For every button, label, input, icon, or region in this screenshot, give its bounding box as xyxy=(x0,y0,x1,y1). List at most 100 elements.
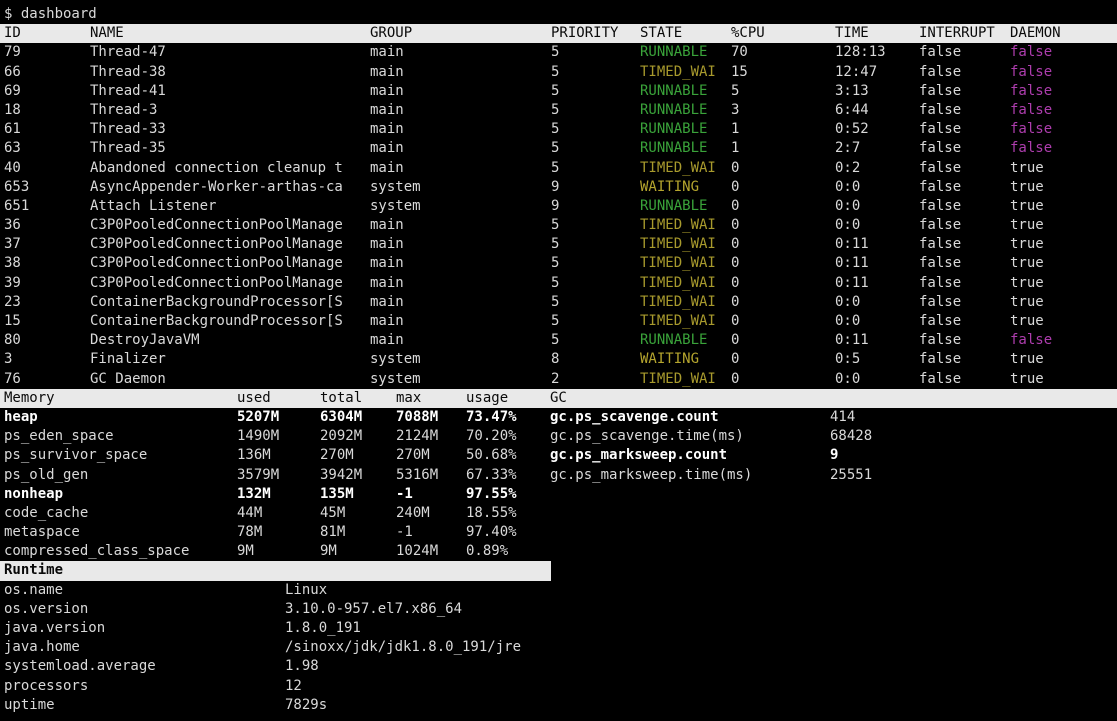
memory-header-max: max xyxy=(396,389,422,406)
thread-cell-daemon: true xyxy=(1010,255,1044,272)
thread-row: 40 Abandoned connection cleanup t main 5 TIM… xyxy=(0,159,1117,178)
thread-cell-priority: 5 xyxy=(551,236,560,253)
thread-cell-id: 66 xyxy=(4,63,21,80)
thread-cell-name: DestroyJavaVM xyxy=(90,332,200,349)
thread-cell-time: 0:0 xyxy=(835,197,861,214)
thread-cell-group: main xyxy=(370,44,404,61)
thread-cell-cpu: 0 xyxy=(731,197,740,214)
thread-cell-state: RUNNABLE xyxy=(640,44,708,61)
thread-cell-daemon: true xyxy=(1010,370,1044,387)
memory-row: ps_survivor_space 136M 270M 270M 50.68% gc.ps… xyxy=(0,446,1117,465)
thread-cell-cpu: 15 xyxy=(731,63,748,80)
runtime-cell-key: systemload.average xyxy=(4,658,156,675)
thread-cell-daemon: true xyxy=(1010,351,1044,368)
thread-cell-name: Thread-38 xyxy=(90,63,166,80)
thread-cell-group: main xyxy=(370,255,404,272)
runtime-cell-value: /sinoxx/jdk/jdk1.8.0_191/jre xyxy=(285,639,522,656)
thread-cell-state: TIMED_WAI xyxy=(640,274,716,291)
thread-cell-daemon: false xyxy=(1010,82,1053,99)
thread-cell-group: main xyxy=(370,63,404,80)
runtime-cell-value: 7829s xyxy=(285,696,328,713)
thread-cell-time: 0:0 xyxy=(835,178,861,195)
memory-header-memory: Memory xyxy=(4,389,55,406)
thread-cell-group: system xyxy=(370,197,421,214)
thread-cell-state: WAITING xyxy=(640,178,700,195)
memory-cell-max: -1 xyxy=(396,524,413,541)
thread-cell-state: TIMED_WAI xyxy=(640,63,716,80)
runtime-cell-key: os.version xyxy=(4,600,89,617)
thread-cell-daemon: true xyxy=(1010,178,1044,195)
thread-cell-cpu: 0 xyxy=(731,293,740,310)
memory-row: ps_eden_space 1490M 2092M 2124M 70.20% gc.ps_… xyxy=(0,427,1117,446)
runtime-header-label: Runtime xyxy=(0,561,551,581)
thread-cell-time: 0:0 xyxy=(835,217,861,234)
thread-cell-group: system xyxy=(370,178,421,195)
thread-row: 18 Thread-3 main 5 RUNNABLE 3 6:44 false false xyxy=(0,101,1117,120)
thread-cell-daemon: false xyxy=(1010,140,1053,157)
thread-cell-state: RUNNABLE xyxy=(640,101,708,118)
memory-cell-name: ps_eden_space xyxy=(4,428,114,445)
thread-cell-time: 0:11 xyxy=(835,236,869,253)
thread-cell-name: ContainerBackgroundProcessor[S xyxy=(90,293,343,310)
thread-cell-state: RUNNABLE xyxy=(640,197,708,214)
thread-cell-name: Thread-3 xyxy=(90,101,158,118)
prompt-line[interactable]: $ dashboard xyxy=(0,5,1117,24)
thread-row: 653 AsyncAppender-Worker-arthas-ca system 9… xyxy=(0,178,1117,197)
thread-cell-id: 69 xyxy=(4,82,21,99)
thread-cell-group: main xyxy=(370,121,404,138)
thread-cell-cpu: 3 xyxy=(731,101,740,118)
thread-cell-priority: 5 xyxy=(551,63,560,80)
thread-cell-id: 39 xyxy=(4,274,21,291)
thread-cell-state: RUNNABLE xyxy=(640,82,708,99)
memory-cell-total: 270M xyxy=(320,447,354,464)
gc-metric-label: gc.ps_scavenge.count xyxy=(550,408,719,425)
thread-cell-name: Thread-41 xyxy=(90,82,166,99)
thread-cell-daemon: false xyxy=(1010,44,1053,61)
thread-cell-group: main xyxy=(370,313,404,329)
memory-cell-name: ps_old_gen xyxy=(4,466,89,483)
thread-cell-group: main xyxy=(370,332,404,349)
thread-cell-interrupt: false xyxy=(919,351,962,368)
memory-table-header: Memory used total max usage GC xyxy=(0,388,1117,408)
thread-cell-cpu: 0 xyxy=(731,351,740,368)
thread-cell-state: TIMED_WAI xyxy=(640,236,716,253)
gc-metric-value: 68428 xyxy=(830,428,873,445)
thread-cell-group: main xyxy=(370,236,404,253)
thread-cell-interrupt: false xyxy=(919,159,962,176)
thread-cell-cpu: 0 xyxy=(731,370,740,387)
thread-cell-cpu: 0 xyxy=(731,217,740,234)
thread-cell-id: 3 xyxy=(4,351,13,368)
memory-cell-usage: 0.89% xyxy=(466,543,509,560)
thread-cell-state: TIMED_WAI xyxy=(640,217,716,234)
thread-cell-id: 40 xyxy=(4,159,21,176)
thread-cell-name: C3P0PooledConnectionPoolManage xyxy=(90,274,343,291)
thread-cell-priority: 5 xyxy=(551,140,560,157)
memory-cell-name: heap xyxy=(4,408,38,425)
thread-cell-time: 0:11 xyxy=(835,274,869,291)
thread-row: 3 Finalizer system 8 WAITING 0 0:5 false true xyxy=(0,350,1117,369)
memory-cell-total: 135M xyxy=(320,485,354,502)
thread-cell-state: RUNNABLE xyxy=(640,332,708,349)
thread-cell-interrupt: false xyxy=(919,332,962,349)
thread-cell-daemon: true xyxy=(1010,217,1044,234)
thread-cell-time: 0:0 xyxy=(835,370,861,387)
thread-cell-time: 0:2 xyxy=(835,159,861,176)
thread-cell-interrupt: false xyxy=(919,274,962,291)
thread-cell-id: 80 xyxy=(4,332,21,349)
thread-row: 80 DestroyJavaVM main 5 RUNNABLE 0 0:11 false fa… xyxy=(0,331,1117,350)
thread-row: 79 Thread-47 main 5 RUNNABLE 70 128:13 false fal… xyxy=(0,43,1117,62)
terminal[interactable]: $ dashboard ID NAME GROUP PRIORITY STATE %CPU… xyxy=(0,0,1117,715)
memory-row: code_cache 44M 45M 240M 18.55% xyxy=(0,504,1117,523)
runtime-cell-key: java.version xyxy=(4,620,106,636)
thread-cell-id: 76 xyxy=(4,370,21,387)
thread-cell-time: 3:13 xyxy=(835,82,869,99)
memory-cell-name: nonheap xyxy=(4,485,64,502)
thread-cell-priority: 5 xyxy=(551,255,560,272)
memory-cell-max: 7088M xyxy=(396,408,439,425)
thread-cell-daemon: false xyxy=(1010,332,1053,349)
thread-cell-time: 6:44 xyxy=(835,101,869,118)
thread-cell-name: ContainerBackgroundProcessor[S xyxy=(90,313,343,329)
thread-cell-interrupt: false xyxy=(919,217,962,234)
thread-header-state: STATE xyxy=(640,25,683,42)
thread-cell-interrupt: false xyxy=(919,178,962,195)
